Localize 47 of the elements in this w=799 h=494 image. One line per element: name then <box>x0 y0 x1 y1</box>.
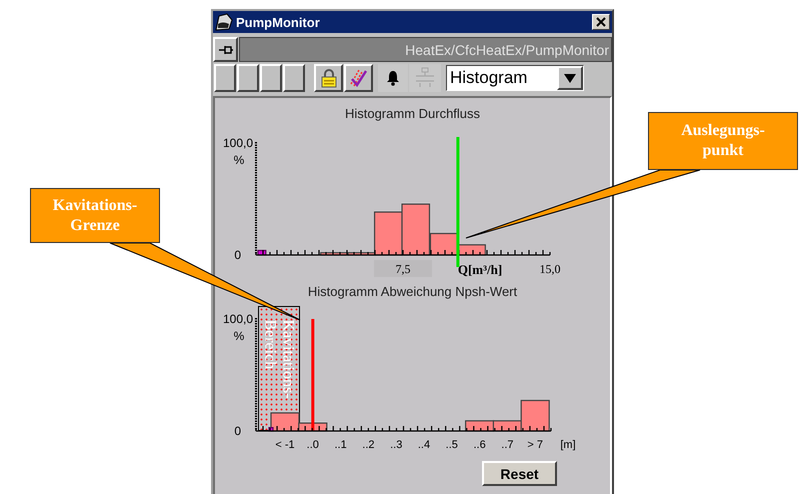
toolbar-button[interactable] <box>237 64 259 92</box>
x-tick-label: > 7 <box>527 439 543 451</box>
y-tick-label: 100,0 <box>222 312 253 326</box>
x-tick-label: ..4 <box>418 439 430 451</box>
x-tick-label: 7,5 <box>396 262 410 276</box>
caret-icon <box>564 74 576 82</box>
callout-label: Kavitations- Grenze <box>30 188 160 243</box>
x-tick-label: ..5 <box>446 439 458 451</box>
toolbar-button[interactable] <box>214 64 236 92</box>
x-tick-label: ..1 <box>334 439 347 451</box>
chart-title: Histogramm Durchfluss <box>344 106 480 121</box>
toolbar-button[interactable] <box>283 64 305 92</box>
x-axis-label: [m] <box>560 439 576 451</box>
path-label: HeatEx/CfcHeatEx/PumpMonitor <box>239 37 612 62</box>
y-tick-label: 100,0 <box>222 136 253 150</box>
view-select[interactable]: Histogram <box>446 65 584 91</box>
callout-label: Auslegungs- punkt <box>648 112 798 170</box>
x-tick-label: ..3 <box>390 439 402 451</box>
close-button[interactable] <box>592 14 610 30</box>
y-axis-label: % <box>234 329 244 343</box>
pin-button[interactable] <box>213 37 238 62</box>
y-tick-label: 0 <box>234 424 241 438</box>
window-title: PumpMonitor <box>236 14 321 30</box>
chart-check-icon <box>348 68 368 88</box>
pipe-icon <box>415 67 435 89</box>
x-tick-label: ..7 <box>501 439 514 451</box>
app-icon <box>215 13 233 31</box>
histogram-bar <box>257 250 266 256</box>
x-tick-label: ..6 <box>473 439 486 451</box>
y-axis-label: % <box>234 153 244 167</box>
bell-icon <box>387 70 399 86</box>
x-tick-label: ..0 <box>306 439 319 451</box>
lock-button[interactable] <box>314 64 343 92</box>
chart-title: Histogramm Abweichung Npsh-Wert <box>308 284 518 299</box>
x-tick-label: < -1 <box>275 439 295 451</box>
close-icon <box>596 17 606 27</box>
x-tick-label: 15,0 <box>540 262 560 276</box>
bell-button[interactable] <box>378 64 408 92</box>
pin-icon <box>218 44 234 56</box>
x-axis-label: Q[m³/h] <box>458 262 502 277</box>
y-tick-label: 0 <box>234 248 241 262</box>
x-tick-label: ..2 <box>362 439 375 451</box>
toolbar-button[interactable] <box>260 64 282 92</box>
reset-button[interactable]: Reset <box>482 461 557 486</box>
dropdown-button[interactable] <box>557 66 583 90</box>
lock-icon <box>320 68 336 88</box>
trend-button[interactable] <box>344 64 373 92</box>
